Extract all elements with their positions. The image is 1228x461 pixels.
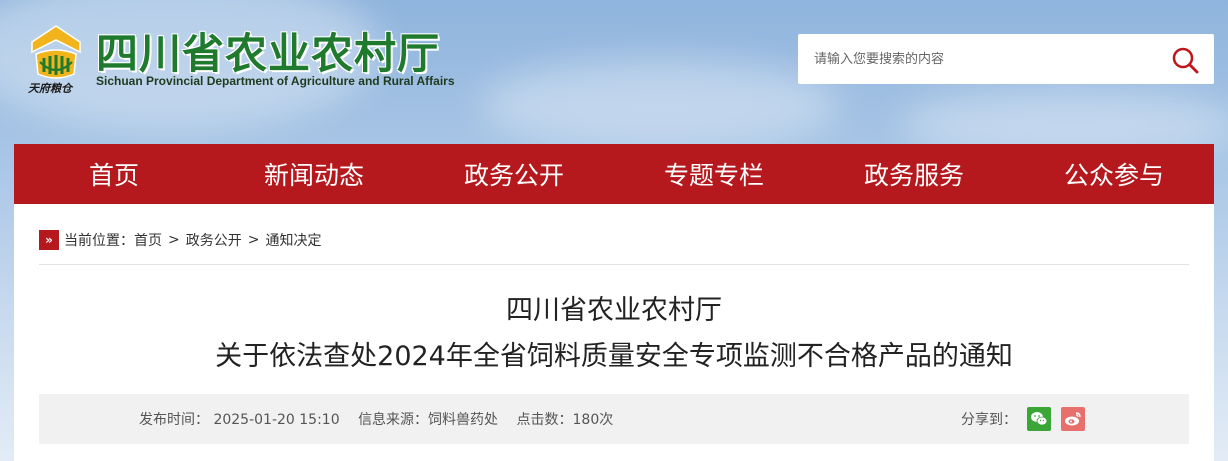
breadcrumb-government-affairs[interactable]: 政务公开: [186, 230, 242, 250]
weibo-icon: [1065, 412, 1081, 426]
article-meta-bar: 发布时间： 2025-01-20 15:10 信息来源：饲料兽药处 点击数：18…: [39, 394, 1189, 444]
wechat-icon: [1031, 412, 1048, 426]
nav-item-special-topics[interactable]: 专题专栏: [614, 144, 814, 204]
search-button[interactable]: [1170, 45, 1200, 75]
nav-item-home[interactable]: 首页: [14, 144, 214, 204]
divider: [39, 264, 1189, 265]
site-title[interactable]: 四川省农业农村厅: [96, 20, 440, 81]
breadcrumb-prefix: 当前位置：: [64, 233, 134, 249]
breadcrumb-notices[interactable]: 通知决定: [265, 230, 321, 250]
nav-item-government-services[interactable]: 政务服务: [814, 144, 1014, 204]
breadcrumb-home[interactable]: 首页: [134, 230, 162, 250]
main-nav: 首页 新闻动态 政务公开 专题专栏 政务服务 公众参与: [14, 144, 1214, 204]
search-icon: [1172, 47, 1199, 74]
search-box: [798, 34, 1214, 84]
article-meta: 发布时间： 2025-01-20 15:10 信息来源：饲料兽药处 点击数：18…: [139, 409, 627, 429]
article-title-line1: 四川省农业农村厅: [506, 295, 722, 326]
nav-item-government-affairs[interactable]: 政务公开: [414, 144, 614, 204]
logo-emblem[interactable]: 天府粮仓: [26, 22, 86, 98]
double-chevron-icon: »: [39, 230, 59, 250]
info-source: 信息来源：饲料兽药处: [358, 412, 499, 428]
publish-time: 发布时间： 2025-01-20 15:10: [139, 412, 340, 428]
nav-item-news[interactable]: 新闻动态: [214, 144, 414, 204]
breadcrumb: » 当前位置： 首页 > 政务公开 > 通知决定: [39, 228, 321, 252]
nav-item-public-participation[interactable]: 公众参与: [1014, 144, 1214, 204]
breadcrumb-separator: >: [168, 232, 180, 248]
article-content: » 当前位置： 首页 > 政务公开 > 通知决定 四川省农业农村厅 关于依法查处…: [14, 204, 1214, 461]
site-header: 天府粮仓 四川省农业农村厅 Sichuan Provincial Departm…: [0, 0, 1228, 144]
article-title-line2: 关于依法查处2024年全省饲料质量安全专项监测不合格产品的通知: [215, 341, 1013, 372]
emblem-text: 天府粮仓: [28, 82, 72, 95]
wechat-share-button[interactable]: [1027, 407, 1051, 431]
share-label: 分享到：: [961, 412, 1017, 428]
click-count: 点击数：180次: [516, 412, 614, 428]
search-input[interactable]: [798, 34, 1148, 84]
share-section: 分享到：: [961, 407, 1085, 431]
site-subtitle: Sichuan Provincial Department of Agricul…: [96, 74, 455, 88]
weibo-share-button[interactable]: [1061, 407, 1085, 431]
breadcrumb-separator: >: [247, 232, 260, 248]
